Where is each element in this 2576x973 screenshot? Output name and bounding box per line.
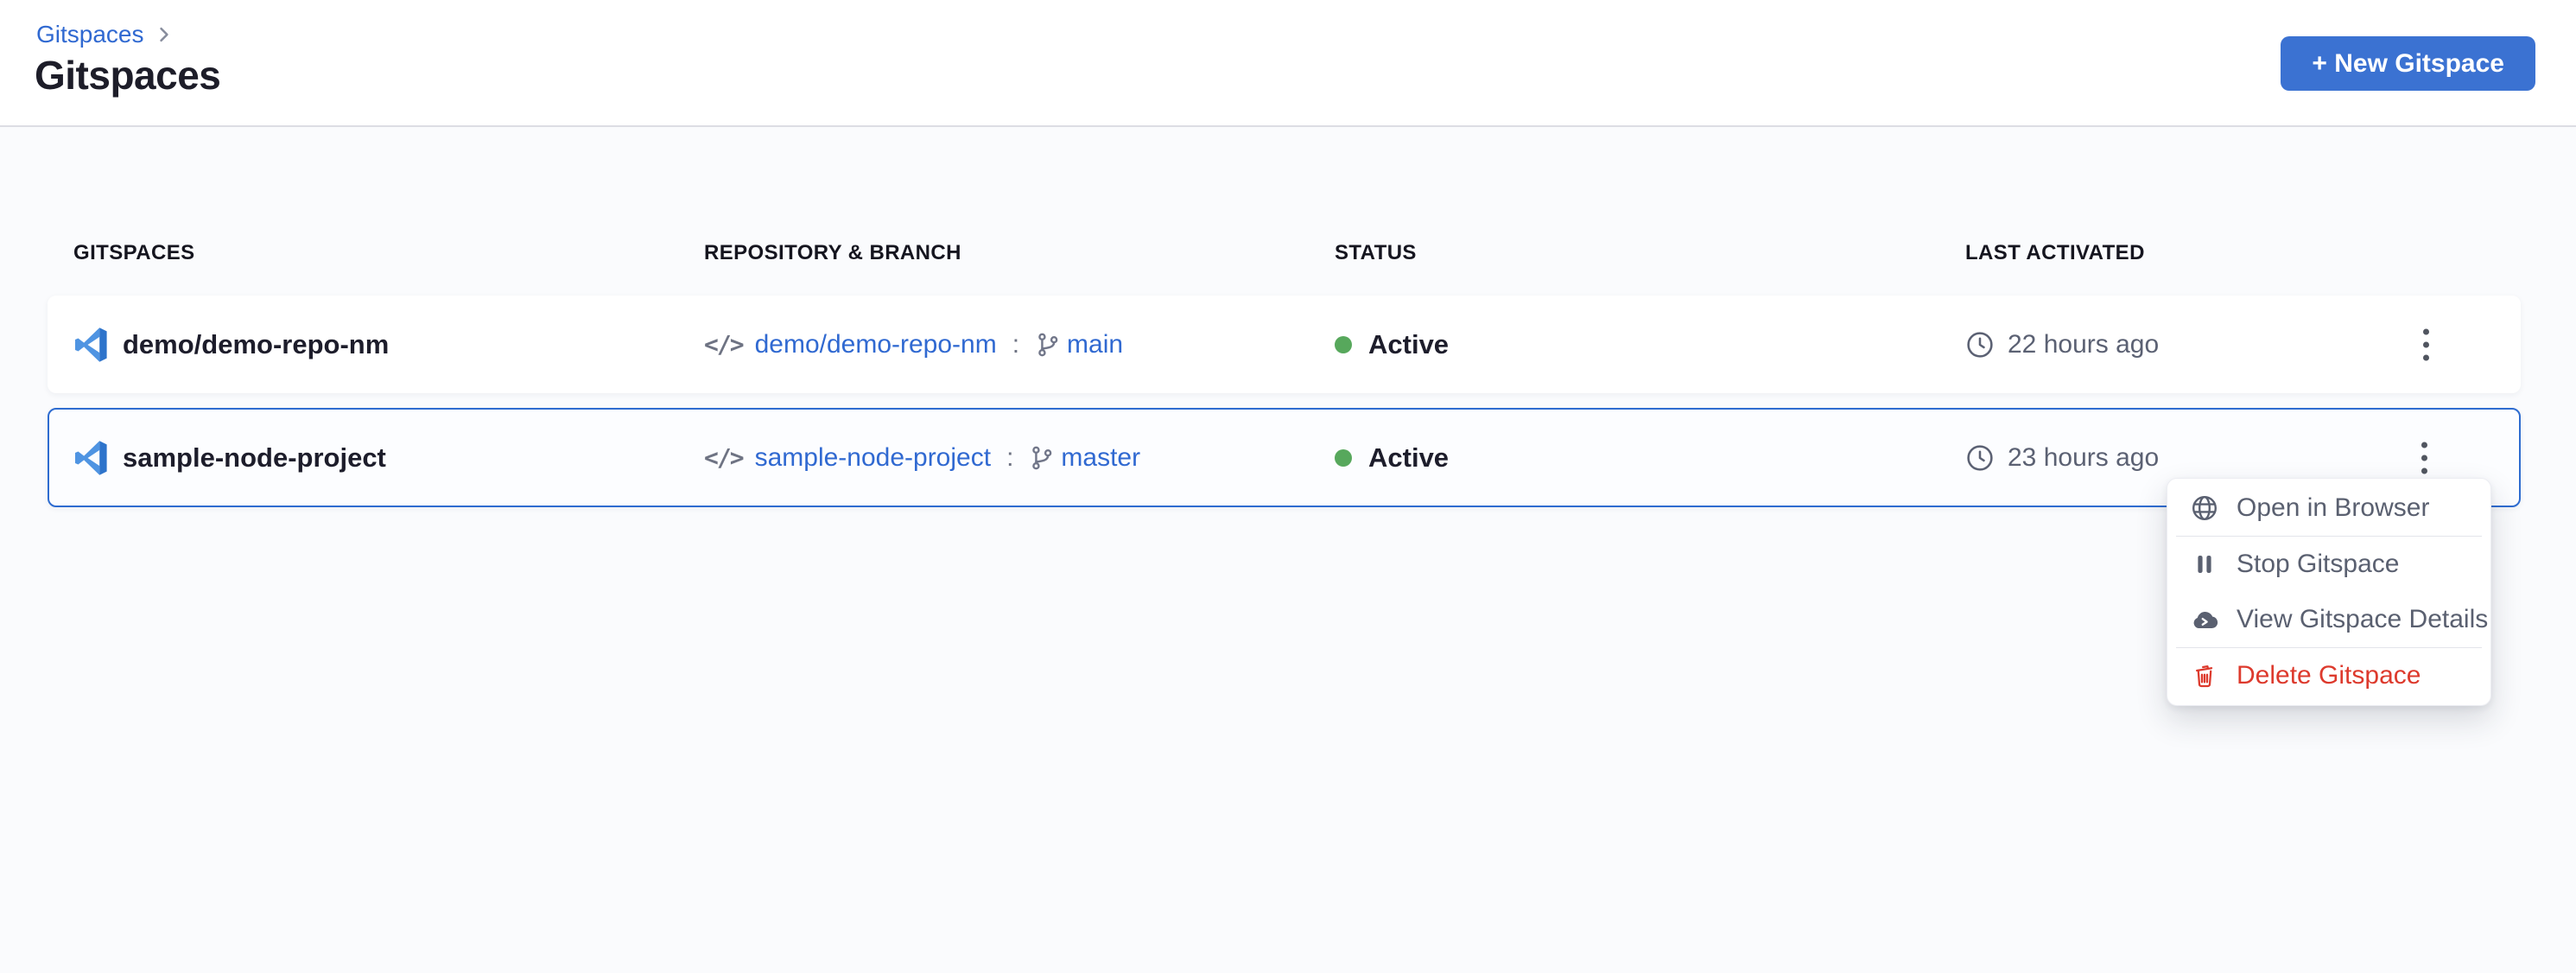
colon-separator: : <box>1009 330 1023 359</box>
git-branch-icon <box>1035 332 1061 358</box>
last-activated-text: 22 hours ago <box>2008 330 2159 359</box>
row-menu-button[interactable] <box>2409 431 2440 484</box>
status-cell: Active <box>1335 329 1965 360</box>
menu-item-label: Delete Gitspace <box>2237 661 2421 690</box>
status-cell: Active <box>1335 442 1965 474</box>
gitspace-name-cell: sample-node-project <box>73 441 704 475</box>
branch-link[interactable]: main <box>1067 330 1123 359</box>
code-icon: </> <box>704 443 743 472</box>
cloud-icon <box>2190 605 2219 634</box>
menu-item-view-gitspace-details[interactable]: View Gitspace Details <box>2167 592 2490 647</box>
status-dot-icon <box>1335 449 1352 467</box>
trash-icon <box>2190 661 2219 690</box>
repository-branch-cell: </> demo/demo-repo-nm : main <box>704 330 1335 359</box>
menu-item-label: Open in Browser <box>2237 493 2429 523</box>
gitspace-name: demo/demo-repo-nm <box>123 329 389 360</box>
branch-link[interactable]: master <box>1061 443 1140 473</box>
status-badge: Active <box>1368 442 1449 474</box>
new-gitspace-button[interactable]: + New Gitspace <box>2281 36 2535 91</box>
column-header-last-activated: LAST ACTIVATED <box>1965 243 2521 264</box>
table-row[interactable]: demo/demo-repo-nm </> demo/demo-repo-nm … <box>48 296 2521 393</box>
topbar: Gitspaces Gitspaces + New Gitspace <box>0 0 2576 127</box>
column-header-status: STATUS <box>1335 243 1965 264</box>
menu-item-stop-gitspace[interactable]: Stop Gitspace <box>2167 537 2490 592</box>
code-icon: </> <box>704 330 743 359</box>
breadcrumb-link-gitspaces[interactable]: Gitspaces <box>36 22 144 47</box>
globe-icon <box>2190 493 2219 523</box>
gitspace-name-cell: demo/demo-repo-nm <box>73 328 704 362</box>
status-badge: Active <box>1368 329 1449 360</box>
status-dot-icon <box>1335 336 1352 353</box>
table-row-selected[interactable]: sample-node-project </> sample-node-proj… <box>48 408 2521 507</box>
repository-link[interactable]: sample-node-project <box>755 443 991 473</box>
repository-branch-cell: </> sample-node-project : master <box>704 443 1335 473</box>
pause-icon <box>2190 550 2219 579</box>
clock-icon <box>1965 443 1995 473</box>
menu-item-open-in-browser[interactable]: Open in Browser <box>2167 480 2490 536</box>
column-header-gitspaces: GITSPACES <box>73 243 704 264</box>
vscode-icon <box>73 441 108 475</box>
last-activated-text: 23 hours ago <box>2008 443 2159 473</box>
row-context-menu: Open in Browser Stop Gitspace View Gitsp… <box>2167 478 2491 706</box>
clock-icon <box>1965 330 1995 359</box>
git-branch-icon <box>1029 445 1055 471</box>
menu-item-label: Stop Gitspace <box>2237 550 2399 579</box>
chevron-right-icon <box>155 25 174 44</box>
breadcrumb: Gitspaces <box>36 22 174 47</box>
row-menu-button[interactable] <box>2411 318 2441 371</box>
colon-separator: : <box>1003 443 1017 473</box>
page-title: Gitspaces <box>35 55 220 95</box>
table-header-row: GITSPACES REPOSITORY & BRANCH STATUS LAS… <box>73 243 2521 264</box>
menu-item-label: View Gitspace Details <box>2237 605 2488 634</box>
menu-item-delete-gitspace[interactable]: Delete Gitspace <box>2167 648 2490 703</box>
column-header-repository-branch: REPOSITORY & BRANCH <box>704 243 1335 264</box>
repository-link[interactable]: demo/demo-repo-nm <box>755 330 997 359</box>
gitspace-name: sample-node-project <box>123 442 386 474</box>
vscode-icon <box>73 328 108 362</box>
